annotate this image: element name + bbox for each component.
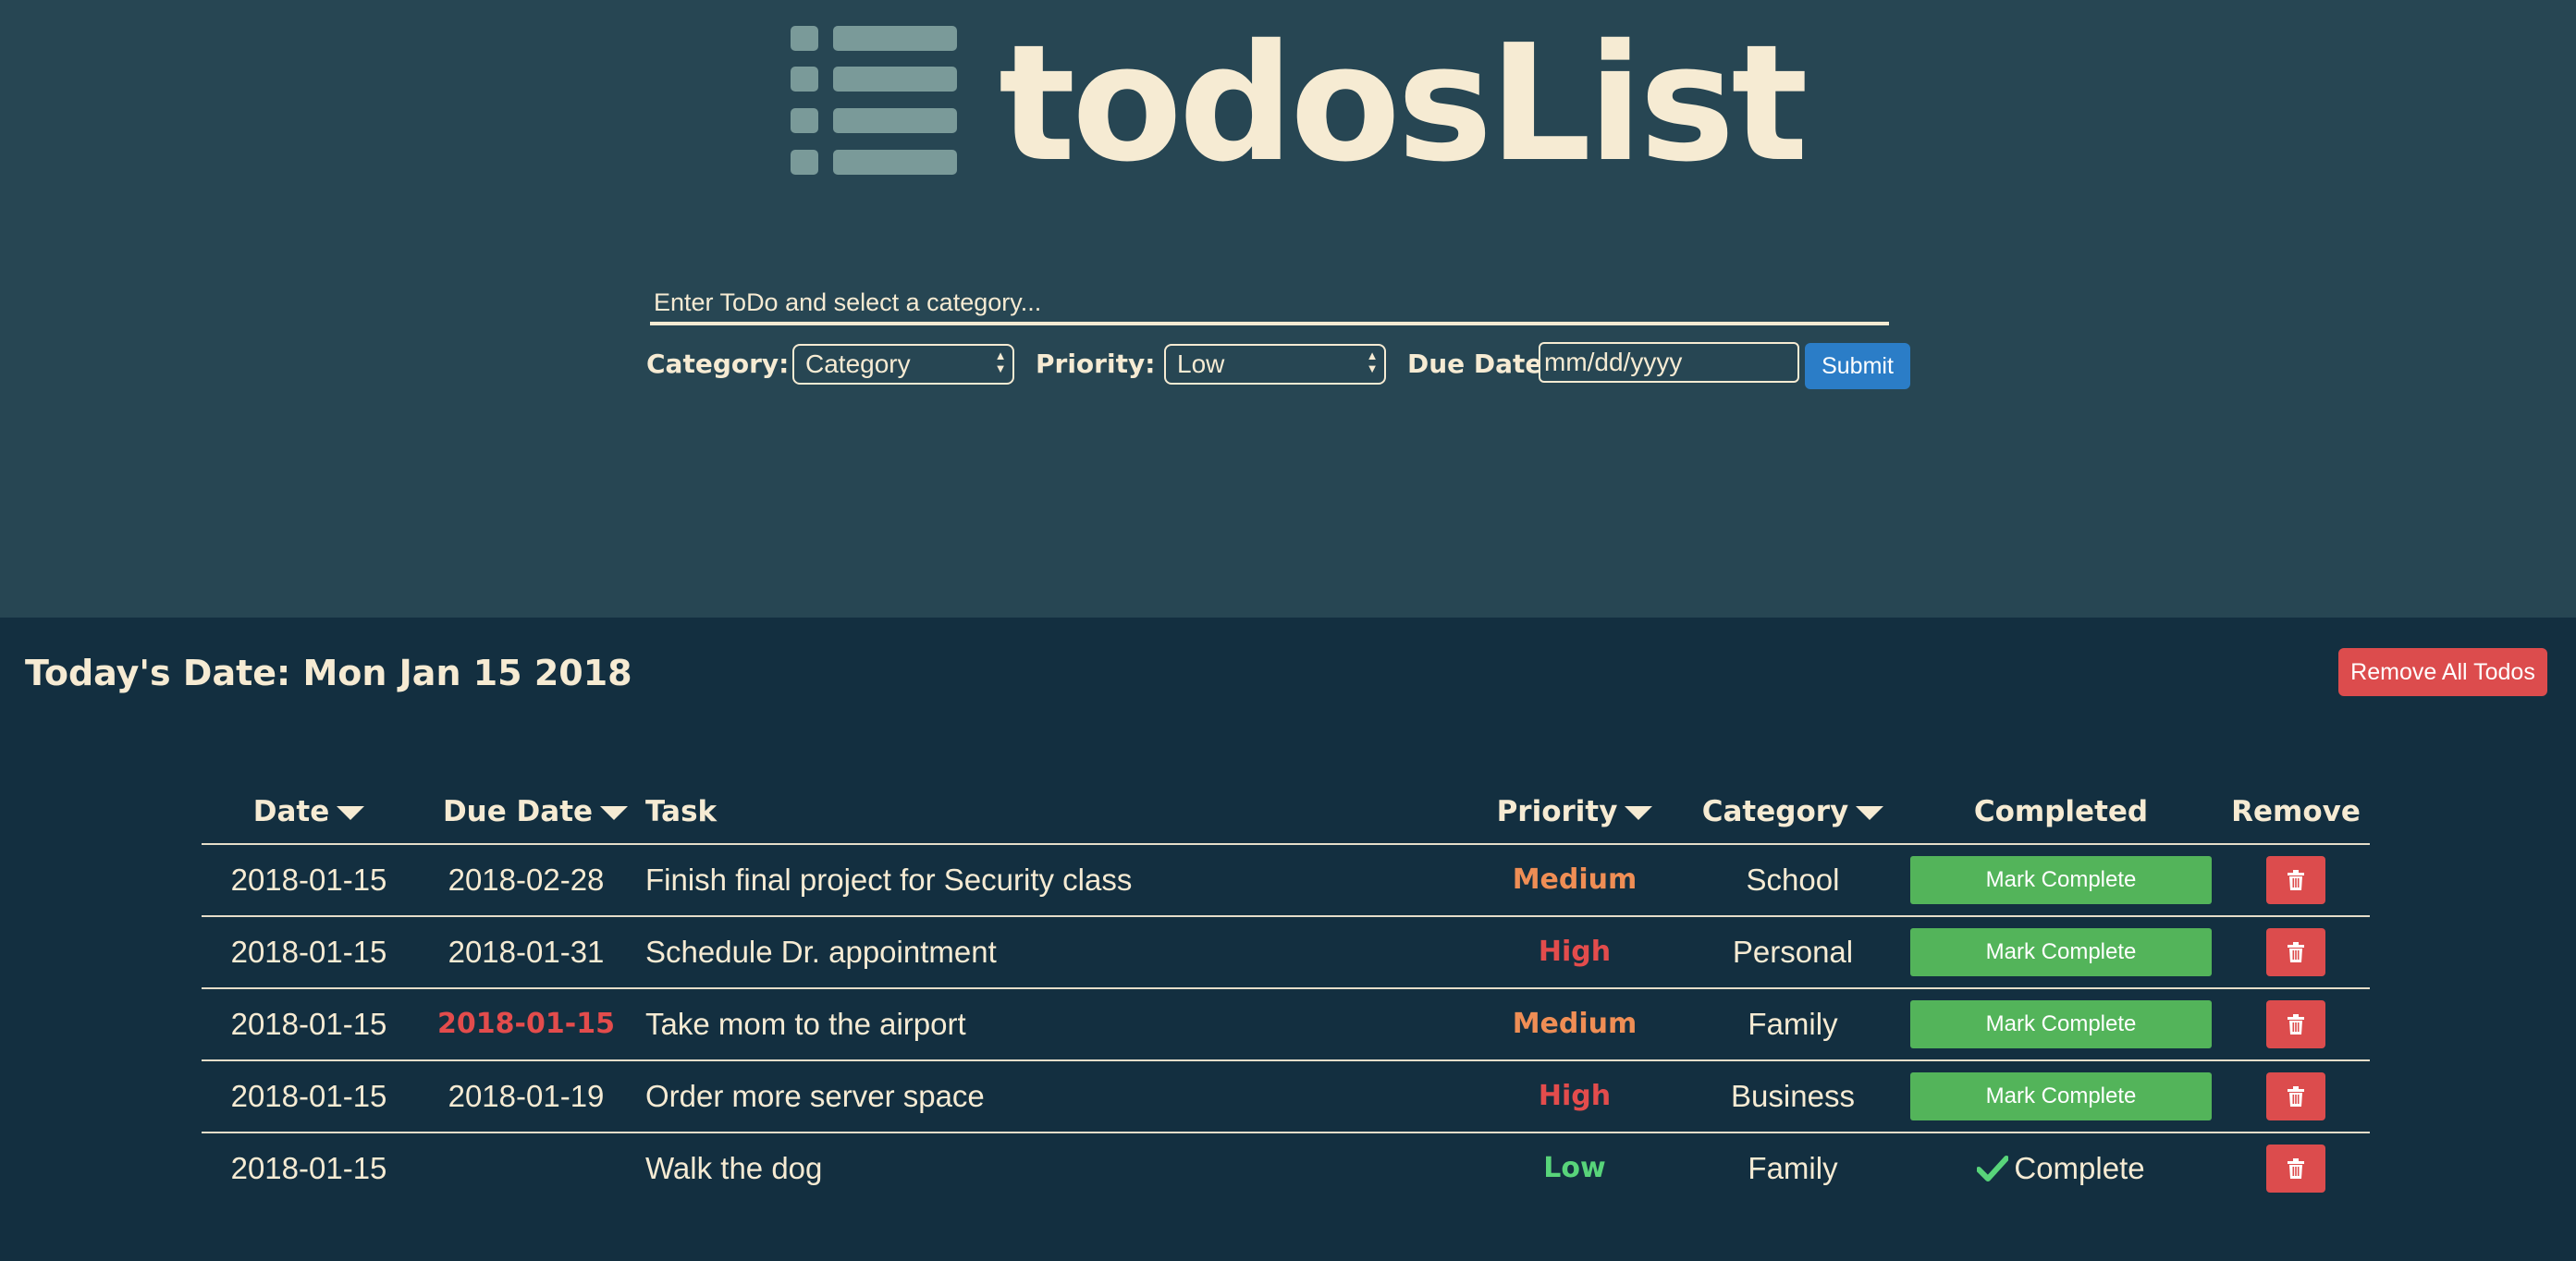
row-category: Family <box>1748 1151 1838 1185</box>
category-select-value: Category <box>805 349 911 378</box>
row-date: 2018-01-15 <box>230 1007 387 1041</box>
remove-todo-button[interactable] <box>2266 928 2325 976</box>
column-header-remove: Remove <box>2222 791 2370 832</box>
column-header-due-date-label: Due Date <box>442 795 594 828</box>
mark-complete-button[interactable]: Mark Complete <box>1910 856 2212 904</box>
row-priority: Medium <box>1512 863 1638 896</box>
caret-down-icon <box>337 806 365 820</box>
row-date: 2018-01-15 <box>230 1079 387 1113</box>
category-label: Category: <box>646 349 790 379</box>
priority-label: Priority: <box>1036 349 1156 379</box>
column-header-category[interactable]: Category <box>1679 791 1907 832</box>
row-category: Family <box>1748 1007 1838 1041</box>
remove-todo-button[interactable] <box>2266 1145 2325 1193</box>
row-task: Order more server space <box>645 1079 985 1113</box>
row-date: 2018-01-15 <box>230 1151 387 1185</box>
row-task: Walk the dog <box>645 1151 823 1185</box>
row-priority: High <box>1538 936 1612 968</box>
list-icon <box>791 26 957 178</box>
row-due-date: 2018-02-28 <box>448 863 605 897</box>
row-task: Schedule Dr. appointment <box>645 935 997 969</box>
row-category: Business <box>1731 1079 1855 1113</box>
row-category: School <box>1746 863 1840 897</box>
column-header-completed-label: Completed <box>1973 795 2149 828</box>
row-date: 2018-01-15 <box>230 863 387 897</box>
row-task: Take mom to the airport <box>645 1007 966 1041</box>
remove-all-todos-button[interactable]: Remove All Todos <box>2338 648 2547 696</box>
mark-complete-button[interactable]: Mark Complete <box>1910 1072 2212 1120</box>
row-due-date: 2018-01-31 <box>448 935 605 969</box>
row-priority: Low <box>1543 1152 1606 1184</box>
column-header-date-label: Date <box>252 795 330 828</box>
row-due-date: 2018-01-19 <box>448 1079 605 1113</box>
caret-down-icon <box>600 806 629 820</box>
row-priority: Medium <box>1512 1008 1638 1040</box>
row-due-date <box>431 1148 621 1189</box>
app-title: todosList <box>999 10 1809 198</box>
submit-button[interactable]: Submit <box>1805 343 1910 389</box>
column-header-due-date[interactable]: Due Date <box>431 791 640 832</box>
due-date-label: Due Date: <box>1407 349 1553 379</box>
due-date-input[interactable]: mm/dd/yyyy <box>1539 342 1799 383</box>
column-header-category-label: Category <box>1701 795 1849 828</box>
remove-todo-button[interactable] <box>2266 1000 2325 1048</box>
row-divider <box>202 1132 2370 1133</box>
column-header-priority-label: Priority <box>1496 795 1618 828</box>
remove-todo-button[interactable] <box>2266 1072 2325 1120</box>
row-date: 2018-01-15 <box>230 935 387 969</box>
caret-down-icon <box>1625 806 1653 820</box>
priority-select-value: Low <box>1177 349 1225 378</box>
column-header-task-label: Task <box>645 795 718 828</box>
row-divider <box>202 1059 2370 1061</box>
category-select[interactable]: Category ▲ ▼ <box>792 344 1014 385</box>
row-priority: High <box>1538 1080 1612 1112</box>
check-icon <box>1976 1152 2010 1193</box>
row-divider <box>202 915 2370 917</box>
select-arrows-icon: ▲ ▼ <box>1366 349 1379 375</box>
row-category: Personal <box>1732 935 1854 969</box>
select-arrows-icon: ▲ ▼ <box>994 349 1007 375</box>
column-header-completed: Completed <box>1910 791 2212 832</box>
column-header-task: Task <box>645 791 1015 832</box>
caret-down-icon <box>1856 806 1884 820</box>
row-task: Finish final project for Security class <box>645 863 1133 897</box>
complete-label: Complete <box>2014 1151 2145 1185</box>
row-divider <box>202 987 2370 989</box>
table-divider <box>202 843 2370 845</box>
priority-select[interactable]: Low ▲ ▼ <box>1164 344 1386 385</box>
todo-input[interactable] <box>650 283 1889 325</box>
mark-complete-button[interactable]: Mark Complete <box>1910 1000 2212 1048</box>
header: todosList Category: Category ▲▼ Priority… <box>0 0 2576 618</box>
due-date-placeholder: mm/dd/yyyy <box>1544 348 1683 376</box>
row-due-date: 2018-01-15 <box>437 1008 615 1040</box>
remove-todo-button[interactable] <box>2266 856 2325 904</box>
column-header-remove-label: Remove <box>2231 795 2361 828</box>
mark-complete-button[interactable]: Mark Complete <box>1910 928 2212 976</box>
column-header-date[interactable]: Date <box>202 791 416 832</box>
complete-status: Complete <box>1910 1148 2212 1189</box>
today-date: Today's Date: Mon Jan 15 2018 <box>25 653 632 693</box>
column-header-priority[interactable]: Priority <box>1470 791 1679 832</box>
